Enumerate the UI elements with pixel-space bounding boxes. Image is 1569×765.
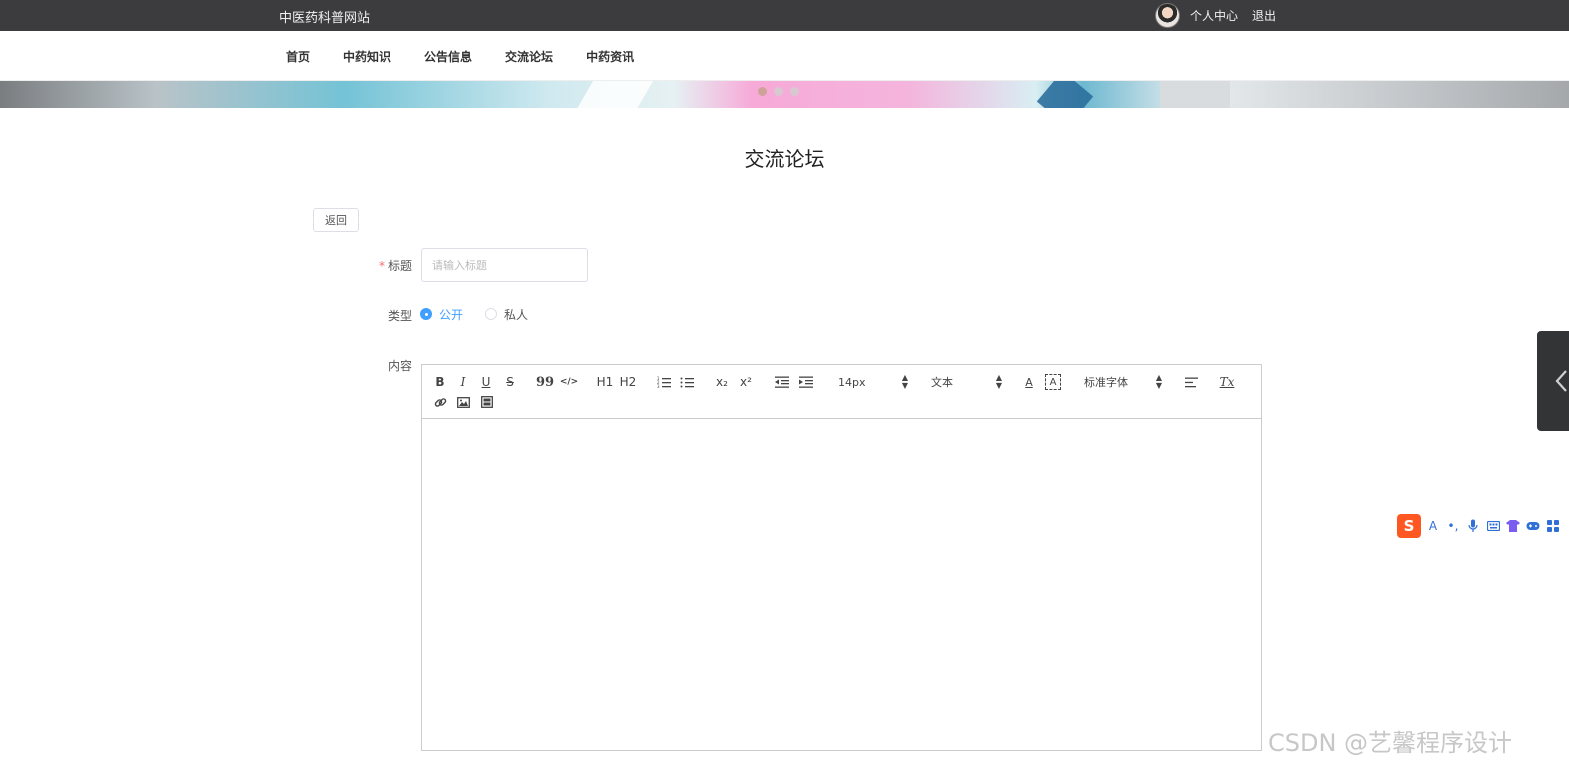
top-bar: 中医药科普网站 个人中心 退出: [0, 0, 1569, 31]
nav-list: 首页 中药知识 公告信息 交流论坛 中药资讯: [286, 31, 634, 81]
image-icon[interactable]: [455, 394, 471, 410]
link-icon[interactable]: [432, 394, 448, 410]
font-family-value: 标准字体: [1084, 376, 1128, 389]
carousel-dot[interactable]: [774, 87, 783, 96]
font-color-button[interactable]: A: [1021, 374, 1037, 390]
shirt-icon[interactable]: [1505, 518, 1521, 534]
banner-decoration: [573, 81, 657, 108]
header-picker[interactable]: 文本 ▲ ▼: [931, 374, 1002, 390]
carousel-indicators: [758, 87, 799, 96]
nav-item-announcements[interactable]: 公告信息: [424, 48, 472, 65]
ime-logo[interactable]: S: [1397, 514, 1421, 538]
carousel-dot[interactable]: [758, 87, 767, 96]
nav-item-herb-news[interactable]: 中药资讯: [586, 48, 634, 65]
font-size-picker[interactable]: 14px ▲ ▼: [838, 374, 908, 390]
clean-format-button[interactable]: Tx: [1219, 374, 1235, 390]
video-icon[interactable]: [479, 394, 495, 410]
radio-circle-checked: [420, 308, 432, 320]
apps-icon[interactable]: [1545, 518, 1561, 534]
title-input[interactable]: [421, 248, 588, 282]
outdent-icon[interactable]: [774, 374, 790, 390]
ime-punctuation-icon[interactable]: •,: [1445, 518, 1461, 534]
superscript-button[interactable]: x²: [738, 374, 754, 390]
indent-icon[interactable]: [798, 374, 814, 390]
radio-circle: [485, 308, 498, 320]
nav-item-forum[interactable]: 交流论坛: [505, 48, 553, 65]
keyboard-icon[interactable]: [1485, 518, 1501, 534]
svg-text:3: 3: [657, 384, 660, 388]
logout-link[interactable]: 退出: [1252, 7, 1276, 24]
strike-button[interactable]: S: [502, 374, 518, 390]
watermark: CSDN @艺馨程序设计: [1268, 729, 1513, 757]
bold-button[interactable]: B: [432, 374, 448, 390]
editor-toolbar: B I U S 99 </> H1 H2 123 x₂ x² 14px ▲ ▼ 文…: [422, 365, 1261, 419]
required-mark: *: [378, 259, 385, 273]
editor-content-area[interactable]: [422, 419, 1261, 751]
nav-item-herb-knowledge[interactable]: 中药知识: [343, 48, 391, 65]
type-radio-group: 公开 私人: [420, 306, 528, 322]
font-size-value: 14px: [838, 375, 866, 389]
blockquote-button[interactable]: 99: [536, 374, 554, 390]
rich-text-editor: B I U S 99 </> H1 H2 123 x₂ x² 14px ▲ ▼ 文…: [421, 364, 1262, 751]
subscript-button[interactable]: x₂: [714, 374, 730, 390]
italic-button[interactable]: I: [455, 374, 471, 390]
title-label: * 标题: [352, 257, 412, 274]
align-icon[interactable]: [1183, 374, 1199, 390]
ime-language-icon[interactable]: A: [1425, 518, 1441, 534]
side-panel-toggle[interactable]: [1537, 331, 1569, 431]
avatar[interactable]: [1155, 3, 1180, 28]
radio-public[interactable]: 公开: [420, 306, 463, 323]
back-button[interactable]: 返回: [313, 208, 359, 232]
title-label-text: 标题: [387, 259, 412, 273]
chevron-left-icon: [1555, 370, 1567, 392]
nav-item-home[interactable]: 首页: [286, 48, 310, 65]
background-color-button[interactable]: A: [1045, 374, 1061, 390]
h1-button[interactable]: H1: [596, 374, 614, 390]
content-label: 内容: [387, 359, 412, 373]
carousel-dot[interactable]: [790, 87, 799, 96]
radio-private[interactable]: 私人: [485, 306, 528, 323]
main-nav: 首页 中药知识 公告信息 交流论坛 中药资讯: [0, 31, 1569, 81]
code-block-button[interactable]: </>: [560, 374, 578, 390]
microphone-icon[interactable]: [1465, 518, 1481, 534]
font-family-picker[interactable]: 标准字体 ▲ ▼: [1084, 374, 1162, 390]
header-value: 文本: [931, 376, 953, 389]
site-title: 中医药科普网站: [279, 11, 371, 26]
picker-arrow-icon: ▲ ▼: [901, 373, 908, 390]
underline-button[interactable]: U: [478, 374, 494, 390]
banner-decoration: [1036, 81, 1094, 108]
ime-toolbar: S A •,: [1397, 513, 1569, 539]
bullet-list-icon[interactable]: [679, 374, 695, 390]
user-center-link[interactable]: 个人中心: [1190, 7, 1238, 24]
gamepad-icon[interactable]: [1525, 518, 1541, 534]
h2-button[interactable]: H2: [619, 374, 637, 390]
radio-public-label: 公开: [439, 307, 464, 322]
type-label: 类型: [387, 309, 412, 323]
user-area: 个人中心 退出: [1155, 3, 1280, 28]
ordered-list-icon[interactable]: 123: [656, 374, 672, 390]
banner-decoration: [1160, 81, 1230, 108]
radio-private-label: 私人: [504, 307, 529, 322]
picker-arrow-icon: ▲ ▼: [995, 373, 1002, 390]
page-title: 交流论坛: [744, 147, 825, 171]
picker-arrow-icon: ▲ ▼: [1155, 373, 1162, 390]
